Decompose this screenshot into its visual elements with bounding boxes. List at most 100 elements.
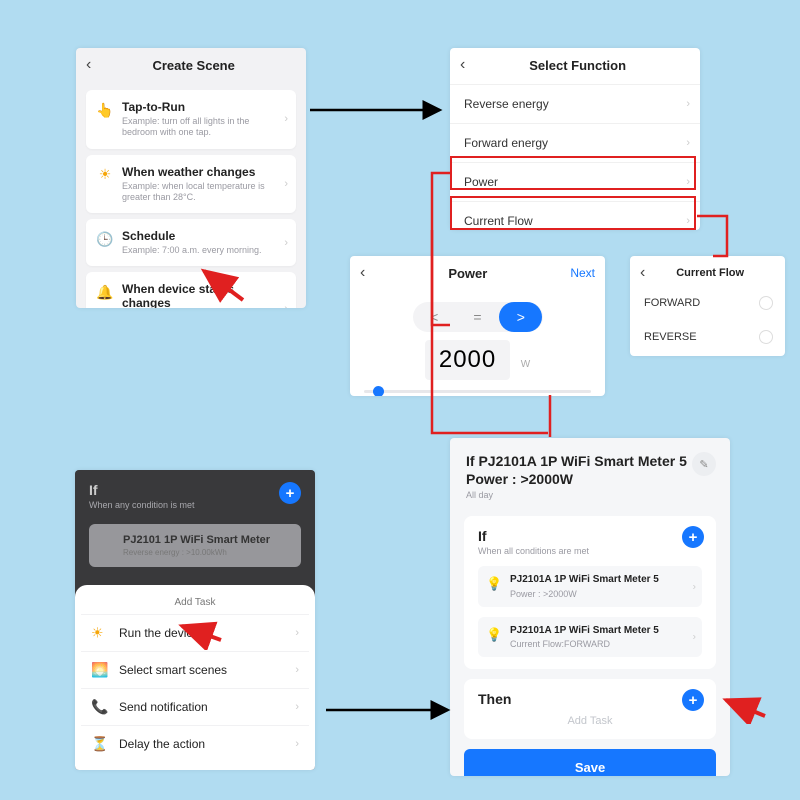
power-max: 40000W: [557, 395, 591, 396]
then-section: Then + Add Task: [464, 679, 716, 739]
bell-icon: 🔔: [96, 283, 114, 301]
add-task-placeholder: Add Task: [478, 715, 702, 727]
bulb-icon: 💡: [486, 627, 502, 643]
option-desc: Example: when local temperature is great…: [122, 181, 286, 204]
chevron-right-icon: ›: [686, 215, 690, 227]
option-title: When weather changes: [122, 165, 286, 179]
row-label: Delay the action: [119, 737, 205, 751]
cond-sub: Current Flow:FORWARD: [510, 639, 694, 649]
chevron-right-icon: ›: [295, 701, 299, 713]
task-send-notification[interactable]: 📞 Send notification ›: [81, 688, 309, 725]
overlay-cond-title: PJ2101 1P WiFi Smart Meter: [123, 534, 291, 546]
row-label: Forward energy: [464, 136, 548, 150]
weather-icon: ☀: [96, 166, 114, 184]
add-condition-button[interactable]: +: [682, 526, 704, 548]
radio-icon: [759, 330, 773, 344]
chevron-right-icon: ›: [284, 178, 288, 190]
next-button[interactable]: Next: [570, 266, 595, 280]
red-connector-right: [697, 214, 733, 258]
option-desc: Example: turn off all lights in the bedr…: [122, 116, 286, 139]
current-flow-panel: ‹ Current Flow FORWARD REVERSE: [630, 256, 785, 356]
page-title: Select Function: [465, 58, 690, 73]
phone-icon: 📞: [91, 699, 108, 716]
add-task-button[interactable]: +: [682, 689, 704, 711]
chevron-right-icon: ›: [686, 176, 690, 188]
overlay-if-title: If: [89, 482, 301, 498]
edit-button[interactable]: ✎: [692, 452, 716, 476]
condition-item[interactable]: 💡 PJ2101A 1P WiFi Smart Meter 5 Power : …: [478, 566, 702, 607]
row-label: REVERSE: [644, 331, 697, 343]
red-connector-down: [540, 395, 560, 439]
overlay-condition: PJ2101 1P WiFi Smart Meter Reverse energ…: [89, 524, 301, 567]
row-label: Reverse energy: [464, 97, 549, 111]
condition-item[interactable]: 💡 PJ2101A 1P WiFi Smart Meter 5 Current …: [478, 617, 702, 658]
option-device-status[interactable]: 🔔 When device status changes Example: wh…: [86, 272, 296, 308]
option-weather[interactable]: ☀ When weather changes Example: when loc…: [86, 155, 296, 214]
power-value[interactable]: 2000: [425, 340, 510, 380]
select-function-panel: ‹ Select Function Reverse energy› Forwar…: [450, 48, 700, 230]
option-title: Schedule: [122, 229, 286, 243]
sun-icon: ☀: [91, 625, 104, 642]
if-title: If: [478, 528, 702, 544]
then-title: Then: [478, 691, 702, 707]
flow-reverse[interactable]: REVERSE: [630, 320, 785, 354]
chevron-right-icon: ›: [686, 98, 690, 110]
radio-icon: [759, 296, 773, 310]
op-gt[interactable]: >: [499, 302, 542, 332]
cond-title: PJ2101A 1P WiFi Smart Meter 5: [510, 625, 694, 638]
func-power[interactable]: Power ›: [450, 162, 700, 201]
chevron-right-icon: ›: [295, 664, 299, 676]
save-button[interactable]: Save: [464, 749, 716, 776]
row-label: Send notification: [119, 700, 208, 714]
power-unit: W: [521, 359, 530, 370]
automation-subtitle: All day: [466, 490, 714, 500]
add-condition-icon: +: [279, 482, 301, 504]
tap-icon: 👆: [96, 101, 114, 119]
chevron-right-icon: ›: [284, 237, 288, 249]
hourglass-icon: ⏳: [91, 736, 108, 753]
power-panel: ‹ Power Next < = > 2000 W 0W40000W: [350, 256, 605, 396]
slider-thumb[interactable]: [373, 386, 384, 396]
chevron-right-icon: ›: [284, 113, 288, 125]
task-run-device[interactable]: ☀ Run the device ›: [81, 614, 309, 651]
action-sheet: Add Task ☀Run the device› 🌅Select smart …: [75, 585, 315, 770]
func-current-flow[interactable]: Current Flow ›: [450, 201, 700, 230]
func-forward-energy[interactable]: Forward energy ›: [450, 123, 700, 162]
power-slider[interactable]: [364, 390, 591, 393]
func-reverse-energy[interactable]: Reverse energy ›: [450, 84, 700, 123]
automation-title: If PJ2101A 1P WiFi Smart Meter 5 Power :…: [466, 452, 714, 488]
chevron-right-icon: ›: [284, 303, 288, 309]
option-title: When device status changes: [122, 282, 286, 308]
option-tap-to-run[interactable]: 👆 Tap-to-Run Example: turn off all light…: [86, 90, 296, 149]
clock-icon: 🕒: [96, 230, 114, 248]
chevron-right-icon: ›: [295, 738, 299, 750]
overlay-cond-sub: Reverse energy : >10.00kWh: [123, 548, 291, 557]
op-lt[interactable]: <: [413, 302, 456, 332]
cond-title: PJ2101A 1P WiFi Smart Meter 5: [510, 574, 694, 587]
operator-segmented: < = >: [413, 302, 543, 332]
chevron-right-icon: ›: [693, 581, 696, 592]
page-title: Create Scene: [91, 58, 296, 73]
create-scene-panel: ‹ Create Scene 👆 Tap-to-Run Example: tur…: [76, 48, 306, 308]
page-title: Current Flow: [645, 267, 775, 279]
row-label: Run the device: [119, 626, 199, 640]
row-label: FORWARD: [644, 297, 700, 309]
chevron-right-icon: ›: [693, 632, 696, 643]
cond-sub: Power : >2000W: [510, 589, 694, 599]
scene-icon: 🌅: [91, 662, 108, 679]
task-select-scenes[interactable]: 🌅Select smart scenes›: [81, 651, 309, 688]
arrow-black-1: [310, 100, 450, 120]
option-schedule[interactable]: 🕒 Schedule Example: 7:00 a.m. every morn…: [86, 219, 296, 266]
if-desc: When all conditions are met: [478, 546, 702, 556]
chevron-right-icon: ›: [295, 627, 299, 639]
chevron-right-icon: ›: [686, 137, 690, 149]
add-task-panel: If + When any condition is met PJ2101 1P…: [75, 470, 315, 770]
row-label: Power: [464, 175, 498, 189]
flow-forward[interactable]: FORWARD: [630, 286, 785, 320]
row-label: Current Flow: [464, 214, 533, 228]
op-eq[interactable]: =: [456, 302, 499, 332]
option-desc: Example: 7:00 a.m. every morning.: [122, 245, 286, 256]
arrow-black-2: [320, 700, 450, 720]
if-section: If When all conditions are met + 💡 PJ210…: [464, 516, 716, 669]
task-delay[interactable]: ⏳ Delay the action ›: [81, 725, 309, 762]
